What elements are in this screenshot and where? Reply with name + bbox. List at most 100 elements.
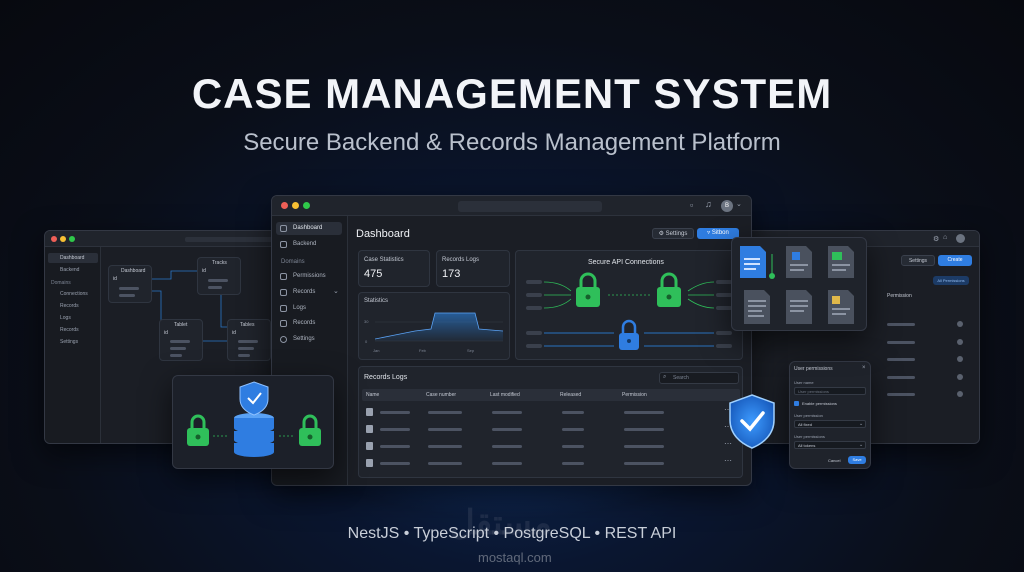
document-icon: [828, 290, 854, 324]
table-row[interactable]: ⋯: [362, 439, 740, 455]
dashboard-heading: Dashboard: [356, 228, 410, 240]
sidebar-item-logs[interactable]: Logs: [276, 302, 342, 315]
avatar[interactable]: B: [721, 200, 733, 212]
api-connections-title: Secure API Connections: [588, 259, 664, 266]
document-icon: [786, 246, 812, 278]
records-logs-title: Records Logs: [364, 374, 408, 381]
log-icon: [280, 305, 287, 312]
sidebar-item-records[interactable]: Records ⌄: [276, 286, 342, 299]
table-node-tracks[interactable]: Tracks id: [197, 257, 241, 295]
address-bar[interactable]: [458, 201, 602, 212]
chevron-down-icon: ⌄: [333, 288, 339, 295]
tech-stack: NestJS • TypeScript • PostgreSQL • REST …: [347, 525, 677, 542]
modal-save-button[interactable]: Save: [848, 456, 866, 464]
key-icon: [280, 273, 287, 280]
document-icon: [366, 459, 373, 467]
sidebar-item-dashboard[interactable]: Dashboard: [48, 253, 98, 263]
sidebar-item-backend[interactable]: Backend: [60, 267, 79, 273]
blue-lock-icon: [619, 319, 639, 350]
settings-button[interactable]: Settings: [901, 255, 935, 266]
all-permissions-button[interactable]: All Permissions: [933, 276, 969, 285]
sidebar-item-records-2[interactable]: Records: [276, 317, 342, 330]
sidebar-item-dashboard[interactable]: Dashboard: [276, 222, 342, 235]
table-row[interactable]: ⋯: [362, 405, 740, 421]
sidebar-item-records-2[interactable]: Records: [60, 327, 79, 333]
green-lock-icon: [299, 414, 321, 446]
dashboard-titlebar: ▫ ♫ B ⌄: [272, 196, 751, 216]
maximize-dot-icon[interactable]: [303, 202, 310, 209]
document-icon: [786, 290, 812, 324]
avatar[interactable]: [956, 234, 965, 243]
folder-icon: [280, 289, 287, 296]
sidebar-section-domains: Domains: [281, 259, 305, 265]
dashboard-window: ▫ ♫ B ⌄ Dashboard Backend Domains Permis…: [271, 195, 752, 486]
user-permission-select[interactable]: All fixed ⌄: [794, 420, 866, 428]
page-title: CASE MANAGEMENT SYSTEM: [191, 70, 833, 117]
document-icon: [744, 290, 770, 324]
shield-check-icon: [239, 381, 269, 416]
search-input[interactable]: ⌕ Search: [659, 372, 739, 384]
table-node-tablet[interactable]: Tablet id: [159, 319, 203, 361]
page-subtitle: Secure Backend & Records Management Plat…: [243, 129, 781, 156]
maximize-dot-icon[interactable]: [69, 236, 75, 242]
table-row[interactable]: ⋯: [362, 456, 740, 472]
document-icon: [366, 408, 373, 416]
sidebar-item-settings[interactable]: Settings: [276, 333, 342, 346]
document-icon: [366, 425, 373, 433]
database-security-graphic: [187, 381, 321, 457]
green-lock-icon: [576, 272, 600, 307]
user-permission-label: User permission: [794, 413, 823, 418]
gear-icon: [280, 336, 287, 343]
minimize-dot-icon[interactable]: [292, 202, 299, 209]
create-button[interactable]: Create: [938, 255, 972, 266]
statistics-area-chart: [375, 312, 503, 342]
settings-icon[interactable]: ⚙: [933, 235, 939, 243]
schema-sidebar: Dashboard Backend Domains Connections Re…: [45, 247, 101, 443]
table-header: Name Case number Last modified Released …: [362, 389, 740, 401]
server-icon: [280, 241, 287, 248]
user-name-input[interactable]: User permissions: [794, 387, 866, 395]
chevron-down-icon: ⌄: [859, 421, 864, 427]
settings-button[interactable]: ⚙ Settings: [652, 228, 694, 239]
user-permissions-select[interactable]: All tokens ⌄: [794, 441, 866, 449]
address-bar[interactable]: [185, 237, 275, 242]
chevron-down-icon[interactable]: ⌄: [736, 200, 742, 208]
dashboard-icon: [280, 225, 287, 232]
records-logs-card: Records Logs 173: [436, 250, 510, 287]
user-permissions-label: User permissions: [794, 434, 825, 439]
notification-bell-icon[interactable]: ♫: [705, 199, 712, 209]
sidebar-item-records[interactable]: Records: [60, 303, 79, 309]
document-icon: [280, 320, 287, 327]
files-grid: [740, 246, 854, 324]
close-dot-icon[interactable]: [51, 236, 57, 242]
records-logs-table-card: Records Logs ⌕ Search Name Case number L…: [358, 366, 743, 478]
sidebar-item-permissions[interactable]: Permissions: [276, 270, 342, 283]
sidebar-item-connections[interactable]: Connections: [60, 291, 88, 297]
chevron-down-icon: ⌄: [859, 442, 864, 448]
table-node-tables[interactable]: Tables id: [227, 319, 271, 361]
api-connections-diagram: [526, 272, 732, 350]
enable-permissions-checkbox[interactable]: [794, 401, 799, 406]
table-node-dashboard[interactable]: Dashboard id: [108, 265, 152, 303]
gear-icon: ⚙: [658, 231, 666, 237]
sidebar-item-logs[interactable]: Logs: [60, 315, 71, 321]
blue-document-icon: [740, 246, 766, 278]
sidebar-section-domains: Domains: [51, 280, 71, 286]
notification-bell-icon[interactable]: ⌂: [943, 234, 947, 241]
shield-check-icon: [729, 394, 775, 449]
more-options-icon[interactable]: ⋯: [724, 456, 732, 465]
user-permissions-modal: User permissions × User name User permis…: [789, 361, 871, 469]
database-icon: [234, 413, 274, 457]
modal-cancel-button[interactable]: Cancel: [828, 458, 840, 463]
modal-title: User permissions: [794, 366, 833, 372]
sidebar-item-settings[interactable]: Settings: [60, 339, 78, 345]
minimize-dot-icon[interactable]: [60, 236, 66, 242]
close-dot-icon[interactable]: [281, 202, 288, 209]
modal-close-icon[interactable]: ×: [862, 365, 866, 371]
sidebar-item-backend[interactable]: Backend: [276, 238, 342, 251]
calendar-icon[interactable]: ▫: [690, 200, 693, 210]
watermark-url: mostaql.com: [478, 550, 552, 565]
schema-titlebar: [45, 231, 291, 247]
table-row[interactable]: ⋯: [362, 422, 740, 438]
document-icon: [366, 442, 373, 450]
